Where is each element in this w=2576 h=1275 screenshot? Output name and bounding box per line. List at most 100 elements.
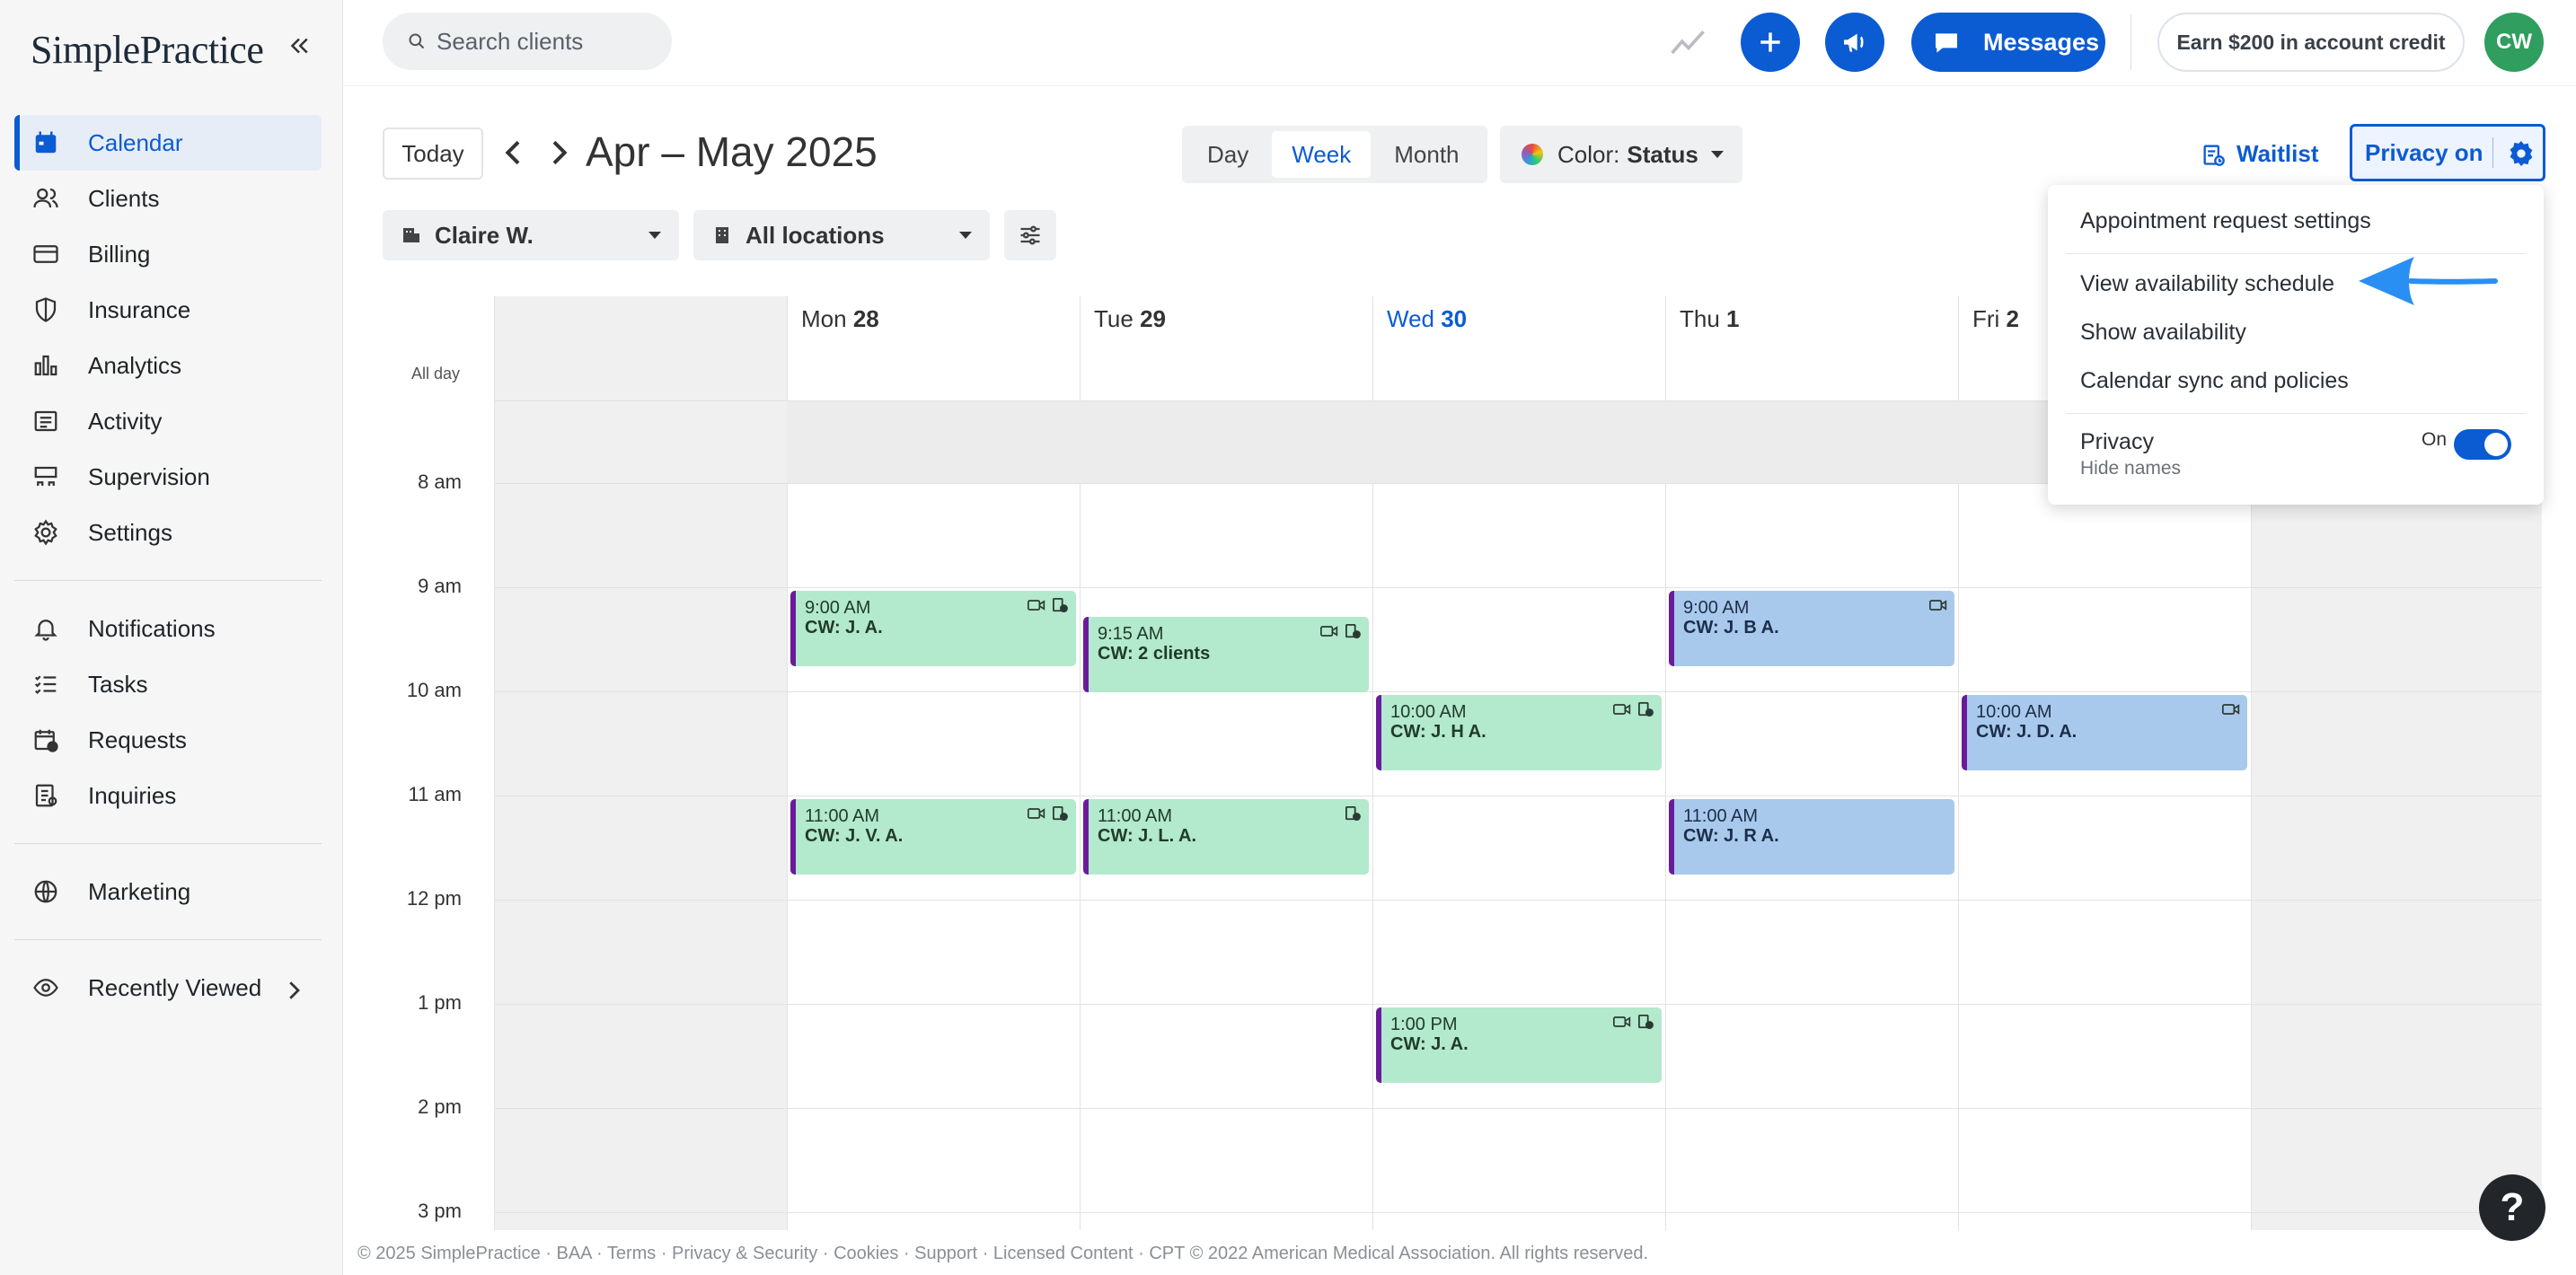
eye-icon [33,979,58,997]
footer-text: © 2025 SimplePractice · BAA · Terms · Pr… [357,1244,1649,1263]
sidebar-item-activity[interactable]: Activity [14,393,322,449]
color-value: Status [1627,140,1698,168]
calendar-grid[interactable]: 9:00 AM CW: J. A. 9:15 AM CW: 2 clients 9:00… [494,296,2542,1230]
sidebar-item-tasks[interactable]: Tasks [14,656,322,712]
pointer-arrow-icon [2359,257,2498,305]
megaphone-icon [1844,33,1864,52]
waitlist-button[interactable]: Waitlist [2201,135,2318,172]
tab-month[interactable]: Month [1374,131,1478,178]
earn-credit-button[interactable]: Earn $200 in account credit [2157,13,2465,72]
sidebar-item-marketing[interactable]: Marketing [14,864,322,919]
video-icon [1320,626,1338,637]
tab-week[interactable]: Week [1272,131,1372,178]
today-button[interactable]: Today [383,128,483,180]
waitlist-label: Waitlist [2236,139,2319,167]
sidebar-item-settings[interactable]: Settings [14,505,322,560]
sidebar-item-label: Clients [88,184,160,212]
appointment-card[interactable]: 11:00 AM CW: J. R A. [1669,799,1954,875]
sidebar-item-analytics[interactable]: Analytics [14,338,322,393]
clinician-filter-value: Claire W. [435,221,534,249]
time-label: 3 pm [418,1200,462,1222]
caret-down-icon [1710,151,1724,158]
off-hours-block [1665,400,1958,483]
analytics-icon [34,355,57,376]
appointment-card[interactable]: 11:00 AM CW: J. L. A. [1083,799,1369,875]
divider [2130,14,2131,70]
day-column[interactable] [494,296,787,1230]
logo[interactable]: SimplePractice [31,27,264,73]
appointment-time: 11:00 AM [1098,806,1173,826]
trend-icon[interactable] [1669,23,1708,63]
appointment-card[interactable]: 9:00 AM CW: J. B A. [1669,591,1954,666]
tab-day[interactable]: Day [1187,131,1268,178]
client-portal-icon [1638,702,1654,717]
sidebar-item-calendar[interactable]: Calendar [14,115,322,171]
sidebar-item-recently-viewed[interactable]: Recently Viewed [14,960,322,1016]
appointment-icons [2222,702,2240,717]
sidebar-item-supervision[interactable]: Supervision [14,449,322,505]
video-icon [2222,704,2240,715]
sidebar-item-clients[interactable]: Clients [14,171,322,226]
gear-icon [2510,141,2533,166]
caret-down-icon [959,232,972,239]
location-filter[interactable]: All locations [693,210,990,260]
appointment-card[interactable]: 10:00 AM CW: J. H A. [1376,695,1662,770]
prev-week-icon[interactable] [496,135,532,171]
off-hours-block [1080,400,1372,483]
search-input[interactable] [437,13,661,70]
appointment-client: CW: J. A. [1390,1034,1469,1054]
sidebar-item-billing[interactable]: Billing [14,226,322,282]
sidebar-item-requests[interactable]: Requests [14,712,322,768]
sidebar-divider [14,580,322,581]
collapse-sidebar-icon[interactable] [286,32,313,59]
appointment-card[interactable]: 10:00 AM CW: J. D. A. [1962,695,2247,770]
privacy-settings-button[interactable]: Privacy on [2350,124,2545,181]
appointment-card[interactable]: 9:00 AM CW: J. A. [790,591,1076,666]
sidebar-item-insurance[interactable]: Insurance [14,282,322,338]
menu-item-calendar-sync[interactable]: Calendar sync and policies [2080,368,2349,394]
caret-down-icon [648,232,661,239]
bell-icon [34,620,57,641]
announcements-button[interactable] [1825,13,1884,72]
building-icon [716,227,728,243]
menu-item-show-availability[interactable]: Show availability [2080,320,2246,346]
date-range-title: Apr – May 2025 [586,128,878,175]
appointment-client: CW: J. R A. [1683,826,1779,846]
off-hours-block [1372,400,1665,483]
messages-label: Messages [1983,28,2100,56]
search-box[interactable] [383,13,672,70]
supervision-icon [34,466,57,486]
color-dropdown[interactable]: Color: Status [1500,126,1742,183]
clients-icon [33,188,58,208]
menu-item-appointment-request-settings[interactable]: Appointment request settings [2080,208,2371,234]
add-button[interactable] [1741,13,1800,72]
menu-item-view-availability-schedule[interactable]: View availability schedule [2080,271,2334,297]
appointment-client: CW: J. A. [805,618,883,638]
hour-line [494,587,2542,588]
privacy-toggle[interactable] [2454,429,2511,460]
messages-button[interactable]: Messages [1911,13,2105,72]
sidebar-item-notifications[interactable]: Notifications [14,601,322,656]
appointment-icons [1320,624,1362,638]
all-day-label: All day [411,365,461,382]
help-button[interactable]: ? [2479,1174,2545,1241]
sliders-icon [1020,225,1040,245]
calendar-settings-button[interactable] [1004,210,1056,260]
appointment-card[interactable]: 9:15 AM CW: 2 clients [1083,617,1369,692]
off-hours-block [787,400,1080,483]
video-icon [1929,600,1947,611]
appointment-card[interactable]: 11:00 AM CW: J. V. A. [790,799,1076,875]
sidebar-item-label: Settings [88,518,172,546]
divider [2492,137,2493,168]
appointment-client: CW: J. L. A. [1098,826,1196,846]
hour-line [494,691,2542,692]
next-week-icon[interactable] [541,135,577,171]
avatar[interactable]: CW [2484,13,2544,72]
clinician-filter[interactable]: Claire W. [383,210,679,260]
view-switcher: Day Week Month [1182,126,1487,183]
color-wheel-icon [1522,144,1543,165]
sidebar-item-inquiries[interactable]: Inquiries [14,768,322,823]
appointment-card[interactable]: 1:00 PM CW: J. A. [1376,1007,1662,1083]
gear-icon [34,519,57,546]
time-label: 2 pm [418,1095,462,1118]
